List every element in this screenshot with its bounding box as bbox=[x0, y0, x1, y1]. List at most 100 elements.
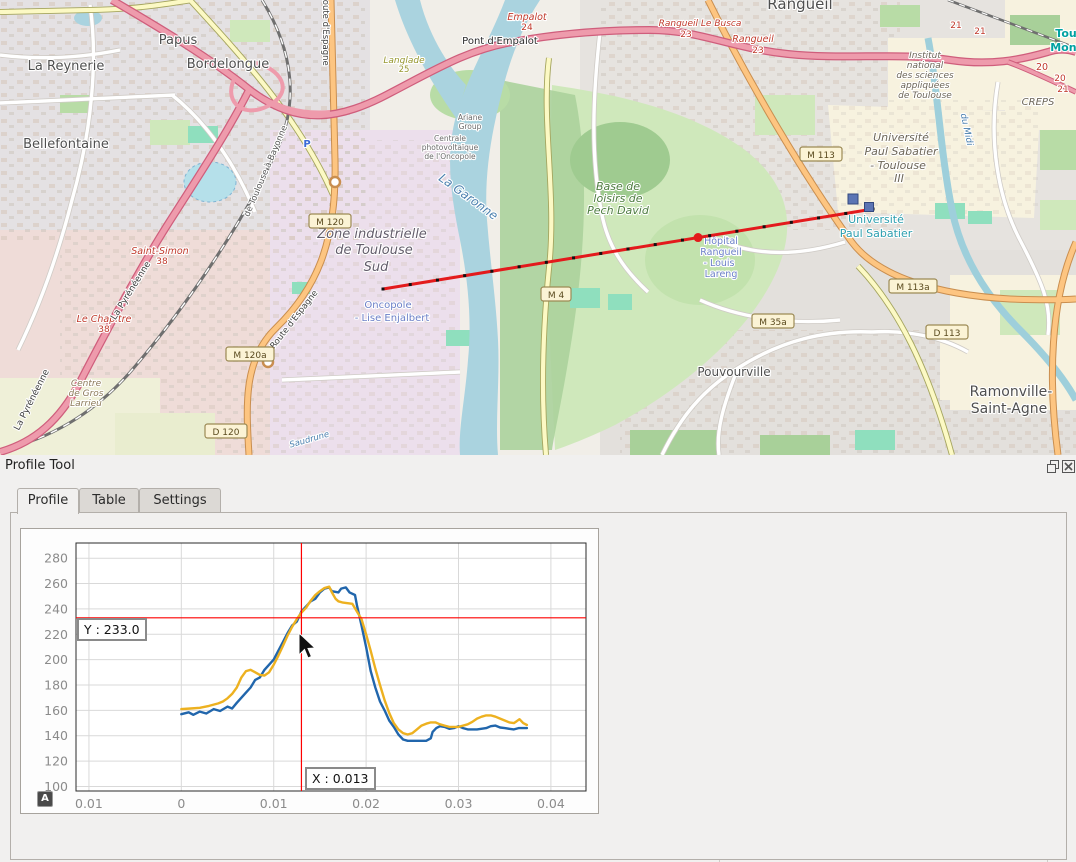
profile-tick bbox=[436, 279, 439, 282]
x-tick-label: 0.01 bbox=[260, 796, 288, 811]
profile-tick bbox=[708, 234, 711, 237]
road-badge-label: M 113a bbox=[896, 283, 929, 293]
profile-tick bbox=[463, 274, 466, 277]
profile-tick bbox=[654, 243, 657, 246]
map-label: Pech David bbox=[587, 204, 650, 217]
map-label: 20 bbox=[1054, 74, 1066, 84]
map-label: Larrieu bbox=[70, 399, 102, 409]
y-tick-label: 280 bbox=[44, 551, 68, 566]
map-label: Ariane bbox=[458, 113, 483, 122]
map-label: Group bbox=[459, 122, 482, 131]
map-label: 21 bbox=[1057, 85, 1068, 95]
y-tick-label: 220 bbox=[44, 627, 68, 642]
x-tick-label: 0.01 bbox=[75, 796, 103, 811]
map-label: de Gros bbox=[69, 389, 104, 399]
map-label: 23 bbox=[752, 46, 763, 56]
map-label: Centrale bbox=[434, 134, 466, 143]
x-tick-label: 0.03 bbox=[445, 796, 473, 811]
x-tick-label: 0.02 bbox=[352, 796, 380, 811]
map-label: de Toulouse bbox=[335, 243, 413, 258]
map-label: Ramonville- bbox=[970, 384, 1053, 400]
map-label: Bordelongue bbox=[187, 57, 270, 72]
tab-table[interactable]: Table bbox=[79, 488, 139, 512]
profile-tick bbox=[518, 265, 521, 268]
profile-tick bbox=[790, 221, 793, 224]
panel-title: Profile Tool bbox=[5, 458, 75, 473]
autoscale-button[interactable]: A bbox=[37, 791, 53, 807]
y-tick-label: 120 bbox=[44, 754, 68, 769]
map-label: Rangueil bbox=[732, 34, 774, 45]
profile-tick bbox=[382, 288, 385, 291]
map-label: des sciences bbox=[896, 71, 954, 81]
map-label: appliquées bbox=[900, 80, 949, 91]
road-badge-label: D 120 bbox=[213, 428, 240, 438]
qgis-window: PapusBordelongueLa ReynerieBellefontaine… bbox=[0, 0, 1076, 862]
map-label: national bbox=[907, 61, 944, 71]
map-label: Paul Sabatier bbox=[840, 227, 913, 240]
profile-tick bbox=[735, 230, 738, 233]
y-tick-label: 140 bbox=[44, 728, 68, 743]
map-label: 23 bbox=[680, 30, 691, 40]
profile-tick bbox=[545, 261, 548, 264]
map-label: Saint-Agne bbox=[971, 401, 1047, 417]
profile-tick bbox=[409, 283, 412, 286]
map-label: La Reynerie bbox=[28, 59, 105, 74]
y-tick-label: 160 bbox=[44, 703, 68, 718]
map-label: Tou bbox=[1055, 27, 1076, 40]
road-badge-label: M 120a bbox=[233, 351, 266, 361]
cursor-x-tooltip: X : 0.013 bbox=[305, 767, 376, 790]
profile-tick bbox=[627, 248, 630, 251]
map-label: 24 bbox=[521, 23, 533, 33]
vertex-marker bbox=[865, 203, 874, 212]
profile-tick bbox=[599, 252, 602, 255]
y-tick-label: 180 bbox=[44, 678, 68, 693]
y-tick-label: 240 bbox=[44, 601, 68, 616]
map-label: Paul Sabatier bbox=[864, 145, 938, 158]
map-label: Hôpital bbox=[704, 236, 738, 247]
map-label: - Toulouse bbox=[870, 159, 926, 172]
map-label: photovoltaïque bbox=[422, 143, 479, 152]
x-tick-label: 0 bbox=[177, 796, 185, 811]
map-label: - Louis bbox=[704, 258, 735, 269]
profile-tick bbox=[572, 256, 575, 259]
road-badge-label: M 120 bbox=[316, 218, 344, 228]
profile-plot[interactable]: 0.0100.010.020.030.042802602402202001801… bbox=[20, 528, 599, 814]
map-label: 25 bbox=[399, 65, 410, 75]
map-label: Université bbox=[873, 131, 929, 144]
map-label: Institut bbox=[909, 51, 941, 61]
map-label: Empalot bbox=[507, 12, 548, 23]
y-tick-label: 260 bbox=[44, 576, 68, 591]
profile-tick bbox=[490, 270, 493, 273]
road-badge-label: M 113 bbox=[807, 151, 835, 161]
map-label: Sud bbox=[364, 260, 389, 275]
profile-tick bbox=[844, 212, 847, 215]
map-label: de Toulouse bbox=[898, 91, 952, 101]
map-canvas[interactable]: PapusBordelongueLa ReynerieBellefontaine… bbox=[0, 0, 1076, 455]
map-label: de l'Oncopole bbox=[424, 152, 476, 161]
tab-settings[interactable]: Settings bbox=[139, 488, 221, 512]
linked-position-dot bbox=[694, 233, 703, 242]
float-icon[interactable] bbox=[1047, 460, 1060, 473]
map-label: Le Chapitre bbox=[77, 314, 132, 325]
osm-basemap: PapusBordelongueLa ReynerieBellefontaine… bbox=[0, 0, 1076, 455]
map-label: - Lise Enjalbert bbox=[355, 313, 430, 324]
map-label: Université bbox=[848, 213, 904, 226]
map-label: CREPS bbox=[1022, 97, 1055, 108]
close-icon[interactable] bbox=[1062, 460, 1075, 473]
map-label: Mont bbox=[1050, 41, 1076, 54]
map-label: Saint-Simon bbox=[131, 246, 188, 257]
map-label: Pouvourville bbox=[697, 365, 770, 379]
road-badge-label: D 113 bbox=[934, 329, 961, 339]
map-label: Rangueil bbox=[700, 247, 741, 258]
vertex-marker bbox=[848, 194, 858, 204]
map-label: 38 bbox=[156, 257, 168, 267]
map-label: Route d'Espagne bbox=[320, 0, 330, 66]
map-label: 21 bbox=[950, 21, 961, 31]
map-label: Pont d'Empalot bbox=[462, 36, 538, 47]
road-badge-label: M 4 bbox=[548, 291, 565, 301]
map-label: Centre bbox=[71, 379, 102, 389]
map-label: 20 bbox=[1036, 62, 1048, 73]
cursor-y-tooltip: Y : 233.0 bbox=[77, 618, 147, 641]
profile-tick bbox=[681, 239, 684, 242]
tab-profile[interactable]: Profile bbox=[17, 488, 79, 514]
